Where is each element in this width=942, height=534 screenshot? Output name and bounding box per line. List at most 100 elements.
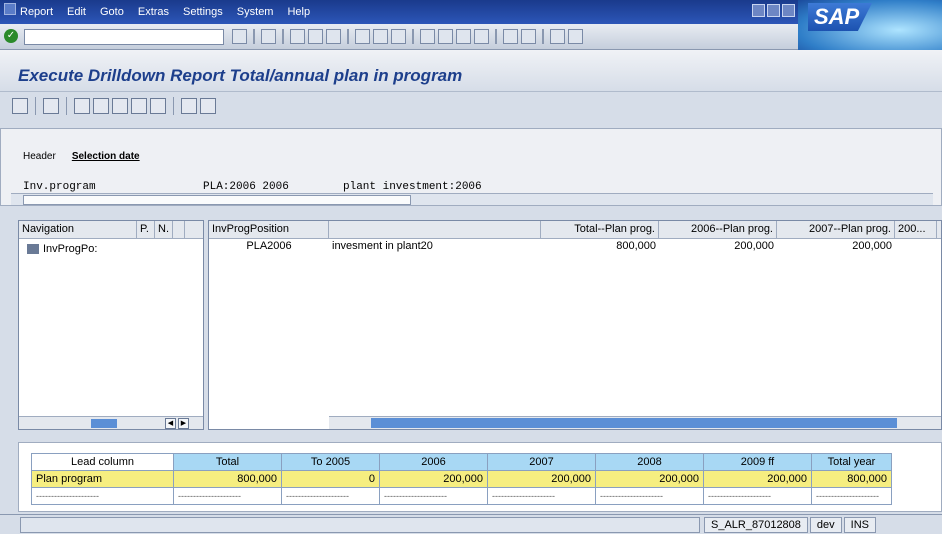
header-tabs: Header Selection date <box>23 151 140 162</box>
document-icon[interactable] <box>181 98 197 114</box>
tab-selection-date[interactable]: Selection date <box>72 151 140 162</box>
cancel-icon[interactable] <box>326 29 341 44</box>
menu-help[interactable]: Help <box>287 6 310 18</box>
exit-icon[interactable] <box>308 29 323 44</box>
insert-mode[interactable]: INS <box>843 517 877 533</box>
menu-report[interactable]: Report <box>20 6 53 18</box>
cell-description: invesment in plant20 <box>332 240 433 252</box>
nav-scrollbar[interactable]: ◀ ▶ <box>19 416 203 429</box>
header-vertical-scrollbar[interactable] <box>929 135 939 191</box>
nav-item[interactable]: InvProgPo: <box>27 243 97 255</box>
separator <box>495 29 497 44</box>
report-grid: InvProgPosition Total--Plan prog. 2006--… <box>208 220 942 430</box>
print-icon[interactable] <box>355 29 370 44</box>
next-page-icon[interactable] <box>456 29 471 44</box>
layout-menu-icon[interactable] <box>568 29 583 44</box>
col-total-year[interactable]: Total year <box>811 453 892 471</box>
nav-header: Navigation P. N. <box>19 221 203 239</box>
separator <box>347 29 349 44</box>
cell-200x <box>895 239 937 255</box>
back-icon[interactable] <box>290 29 305 44</box>
cell-plan-program: Plan program <box>31 470 174 488</box>
menu-edit[interactable]: Edit <box>67 6 86 18</box>
summary-header-row: Lead column Total To 2005 2006 2007 2008… <box>31 453 892 471</box>
cell-2008: 200,000 <box>595 470 704 488</box>
find-icon[interactable] <box>373 29 388 44</box>
nav-col-n[interactable]: N. <box>155 221 173 238</box>
help-icon[interactable] <box>550 29 565 44</box>
chart-icon[interactable] <box>93 98 109 114</box>
minimize-button[interactable] <box>752 4 765 17</box>
tab-header[interactable]: Header <box>23 151 56 162</box>
enter-icon[interactable]: ✓ <box>4 29 18 43</box>
cell-position: PLA2006 <box>246 240 292 252</box>
pencil-icon[interactable] <box>200 98 216 114</box>
cell-total-year: 800,000 <box>811 470 892 488</box>
hierarchy-icon[interactable] <box>43 98 59 114</box>
separator <box>173 97 174 115</box>
close-button[interactable] <box>782 4 795 17</box>
summary-row[interactable]: Plan program 800,000 0 200,000 200,000 2… <box>31 470 892 488</box>
col-2007-plan[interactable]: 2007--Plan prog. <box>777 221 895 238</box>
app-icon[interactable] <box>4 3 16 15</box>
cell-2009ff: 200,000 <box>703 470 812 488</box>
last-page-icon[interactable] <box>474 29 489 44</box>
col-200x[interactable]: 200... <box>895 221 937 238</box>
nav-col-p[interactable]: P. <box>137 221 155 238</box>
scroll-thumb[interactable] <box>371 418 897 428</box>
sap-brand: SAP <box>798 0 942 50</box>
system-toolbar: ✓ <box>0 24 798 50</box>
scroll-left-icon[interactable]: ◀ <box>165 418 176 429</box>
page-title: Execute Drilldown Report Total/annual pl… <box>18 66 463 85</box>
col-to-2005[interactable]: To 2005 <box>281 453 380 471</box>
grid-row[interactable]: PLA2006 invesment in plant20 800,000 200… <box>209 239 941 255</box>
transaction-code[interactable]: S_ALR_87012808 <box>704 517 808 533</box>
summary-table: Lead column Total To 2005 2006 2007 2008… <box>31 453 892 505</box>
scroll-right-icon[interactable]: ▶ <box>178 418 189 429</box>
dash-cell: --------------------- <box>487 487 596 505</box>
save-icon[interactable] <box>261 29 276 44</box>
maximize-button[interactable] <box>767 4 780 17</box>
cell-total: 800,000 <box>173 470 282 488</box>
separator <box>253 29 255 44</box>
header-scrollbar[interactable] <box>11 193 933 205</box>
info-icon[interactable] <box>12 98 28 114</box>
status-message-field <box>20 517 700 533</box>
history-icon[interactable] <box>232 29 247 44</box>
grid-scrollbar[interactable] <box>329 416 941 429</box>
status-info: S_ALR_87012808 dev INS <box>704 517 877 533</box>
scroll-thumb[interactable] <box>23 195 411 205</box>
create-session-icon[interactable] <box>503 29 518 44</box>
sap-logo: SAP <box>808 3 872 31</box>
col-total-plan[interactable]: Total--Plan prog. <box>541 221 659 238</box>
col-2009ff[interactable]: 2009 ff <box>703 453 812 471</box>
col-2007[interactable]: 2007 <box>487 453 596 471</box>
application-toolbar <box>0 92 942 120</box>
percentage-icon[interactable] <box>150 98 166 114</box>
previous-page-icon[interactable] <box>438 29 453 44</box>
command-field[interactable] <box>24 29 224 45</box>
header-panel: Header Selection date Inv.program PLA:20… <box>0 128 942 206</box>
inv-program-description: plant investment:2006 <box>343 181 482 193</box>
export-icon[interactable] <box>112 98 128 114</box>
header-row: Inv.program PLA:2006 2006 plant investme… <box>23 181 482 193</box>
menu-settings[interactable]: Settings <box>183 6 223 18</box>
menu-extras[interactable]: Extras <box>138 6 169 18</box>
first-page-icon[interactable] <box>420 29 435 44</box>
col-lead-column[interactable]: Lead column <box>31 453 174 471</box>
col-2006[interactable]: 2006 <box>379 453 488 471</box>
scroll-thumb[interactable] <box>91 419 117 428</box>
col-2006-plan[interactable]: 2006--Plan prog. <box>659 221 777 238</box>
nav-col-navigation[interactable]: Navigation <box>19 221 137 238</box>
col-description[interactable] <box>329 221 541 238</box>
menu-system[interactable]: System <box>237 6 274 18</box>
edit-icon[interactable] <box>131 98 147 114</box>
dash-cell: --------------------- <box>31 487 174 505</box>
table-icon[interactable] <box>74 98 90 114</box>
find-next-icon[interactable] <box>391 29 406 44</box>
shortcut-icon[interactable] <box>521 29 536 44</box>
col-invprogposition[interactable]: InvProgPosition <box>209 221 329 238</box>
menu-goto[interactable]: Goto <box>100 6 124 18</box>
col-total[interactable]: Total <box>173 453 282 471</box>
col-2008[interactable]: 2008 <box>595 453 704 471</box>
